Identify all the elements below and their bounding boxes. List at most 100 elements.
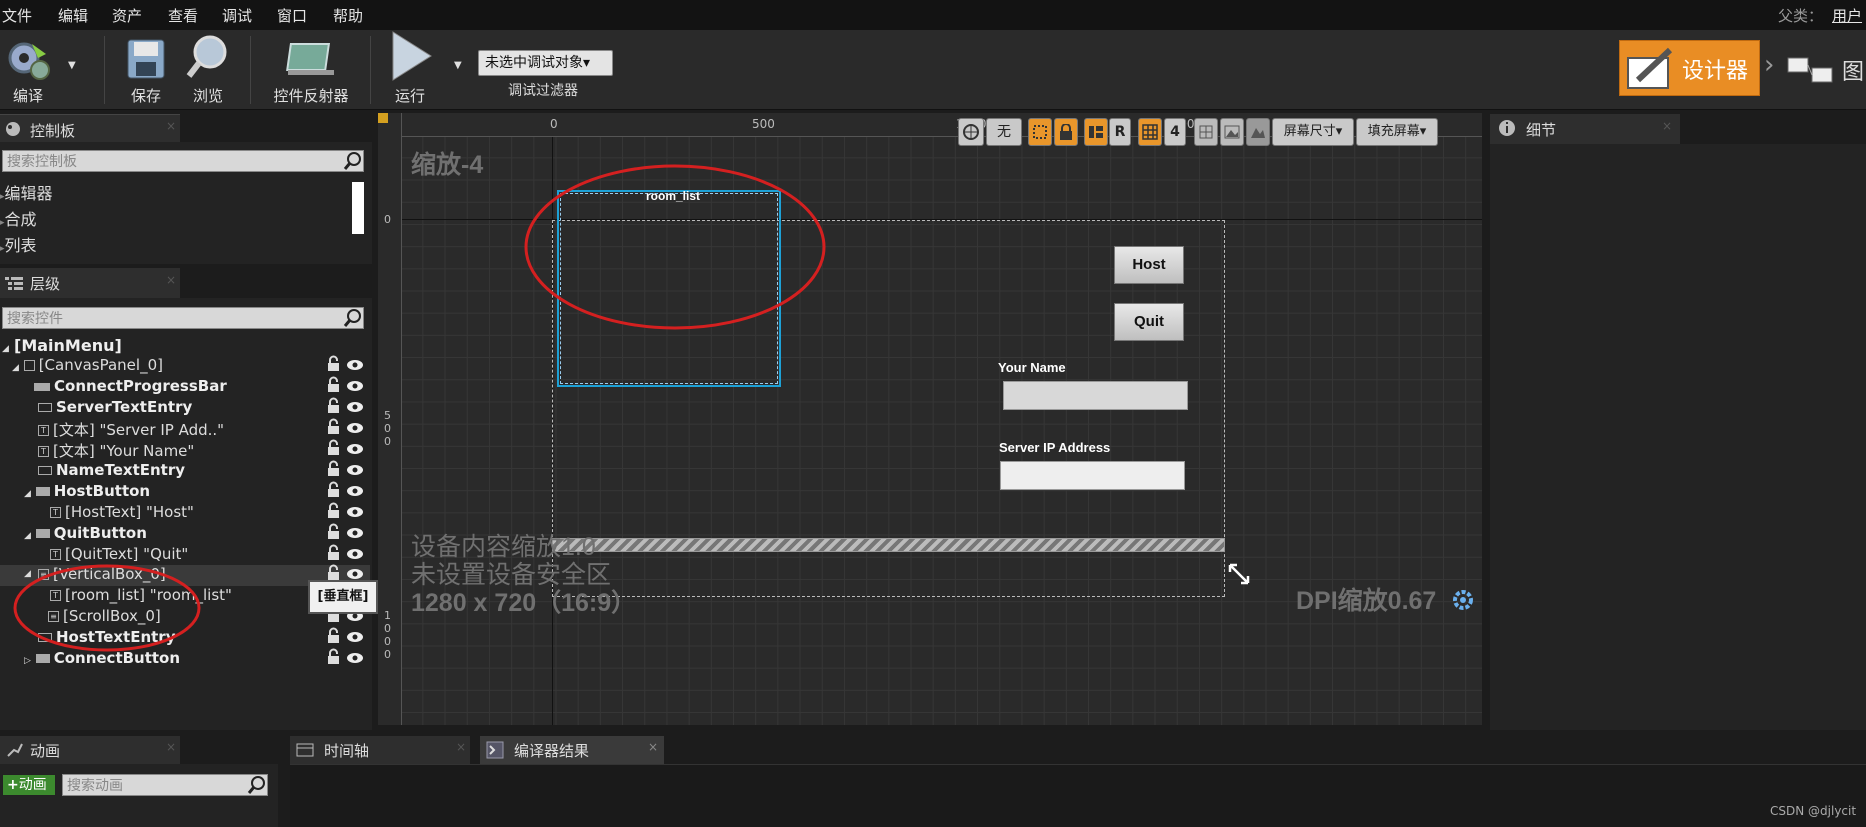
menu-assets[interactable]: 资产 [112, 5, 142, 26]
resize-handles-toggle[interactable] [1194, 118, 1218, 146]
menu-edit[interactable]: 编辑 [58, 5, 88, 26]
row-visibility-eye-icon[interactable] [347, 423, 363, 433]
row-visibility-eye-icon[interactable] [347, 486, 363, 496]
background-image-toggle[interactable] [1220, 118, 1244, 146]
quit-button[interactable]: Quit [1114, 303, 1184, 341]
close-tab-icon[interactable]: × [166, 119, 176, 133]
row-visibility-eye-icon[interactable] [347, 444, 363, 454]
tree-row-mainmenu[interactable]: ◢ [MainMenu] [2, 336, 122, 356]
animations-tab[interactable]: 动画 × [0, 736, 180, 764]
row-lock-icon[interactable] [328, 502, 339, 519]
palette-search-input[interactable]: 搜索控制板 [2, 150, 364, 172]
palette-category-editor[interactable]: ▸编辑器 [0, 180, 53, 204]
close-tab-icon[interactable]: × [166, 273, 176, 287]
graph-nodes-icon [1787, 57, 1833, 83]
compile-button[interactable]: 编译 [0, 30, 56, 110]
row-lock-icon[interactable] [328, 564, 339, 581]
row-lock-icon[interactable] [328, 376, 339, 393]
row-visibility-eye-icon[interactable] [347, 549, 363, 559]
location-snap-dropdown[interactable]: 无 [986, 118, 1022, 146]
row-lock-icon[interactable] [328, 355, 339, 372]
close-tab-icon[interactable]: × [1662, 119, 1672, 133]
tree-row-canvaspanel[interactable]: ◢ [CanvasPanel_0] [12, 356, 163, 376]
palette-tab[interactable]: 控制板 × [0, 114, 180, 142]
menu-help[interactable]: 帮助 [333, 5, 363, 26]
add-animation-button[interactable]: +动画 [2, 774, 56, 796]
safe-zone-toggle[interactable] [1246, 118, 1270, 146]
tree-row-text-serverip[interactable]: T [文本] "Server IP Add.." [38, 419, 224, 439]
palette-category-composite[interactable]: ▸合成 [0, 206, 37, 230]
close-tab-icon[interactable]: × [456, 740, 466, 754]
compile-options-dropdown[interactable]: ▼ [64, 30, 84, 110]
row-visibility-eye-icon[interactable] [347, 465, 363, 475]
palette-category-list[interactable]: ▸列表 [0, 232, 37, 256]
tree-row-servertextentry[interactable]: ServerTextEntry [38, 398, 192, 418]
tree-row-nametextentry[interactable]: NameTextEntry [38, 461, 185, 481]
tree-row-connectprogressbar[interactable]: ConnectProgressBar [34, 377, 227, 397]
menu-file[interactable]: 文件 [2, 5, 32, 26]
save-button[interactable]: 保存 [118, 30, 174, 110]
name-text-entry[interactable] [1003, 381, 1188, 410]
hierarchy-search-input[interactable]: 搜索控件 [2, 307, 364, 329]
row-lock-icon[interactable] [328, 481, 339, 498]
rtl-preview-toggle[interactable]: R [1109, 118, 1131, 146]
widget-reflector-button[interactable]: 控件反射器 [266, 30, 356, 110]
row-lock-icon[interactable] [328, 627, 339, 644]
details-tab[interactable]: 细节 × [1490, 114, 1680, 144]
row-lock-icon[interactable] [328, 418, 339, 435]
grid-size-dropdown[interactable]: 4 [1164, 118, 1186, 146]
animation-search-input[interactable]: 搜索动画 [62, 774, 268, 796]
hierarchy-tab[interactable]: 层级 × [0, 268, 180, 298]
row-visibility-eye-icon[interactable] [347, 360, 363, 370]
menu-debug[interactable]: 调试 [222, 5, 252, 26]
timeline-tab[interactable]: 时间轴 × [290, 736, 470, 764]
run-button[interactable]: 运行 [378, 30, 442, 110]
debug-object-select[interactable]: 未选中调试对象▾ [478, 50, 613, 76]
resize-handle-icon[interactable] [1226, 561, 1252, 587]
row-visibility-eye-icon[interactable] [347, 381, 363, 391]
row-visibility-eye-icon[interactable] [347, 632, 363, 642]
designer-pencil-icon [1627, 47, 1673, 89]
row-visibility-eye-icon[interactable] [347, 528, 363, 538]
server-text-entry[interactable] [1000, 461, 1185, 490]
graph-mode-button[interactable]: 图 [1786, 44, 1866, 94]
row-lock-icon[interactable] [328, 523, 339, 540]
row-visibility-eye-icon[interactable] [347, 507, 363, 517]
menu-window[interactable]: 窗口 [277, 5, 307, 26]
parent-class-value[interactable]: 用户 [1832, 5, 1862, 26]
designer-mode-button[interactable]: 设计器 [1619, 40, 1760, 96]
run-options-dropdown[interactable]: ▼ [450, 30, 470, 110]
button-widget-icon [35, 654, 50, 663]
row-visibility-eye-icon[interactable] [347, 402, 363, 412]
tree-row-text-yourname[interactable]: T [文本] "Your Name" [38, 440, 194, 460]
plus-icon: + [7, 777, 19, 793]
menu-view[interactable]: 查看 [168, 5, 198, 26]
dpi-settings-gear-icon[interactable] [1450, 587, 1476, 613]
row-visibility-eye-icon[interactable] [347, 653, 363, 663]
close-tab-icon[interactable]: × [648, 740, 658, 754]
tree-row-hostbutton[interactable]: ◢ HostButton [24, 482, 150, 502]
row-lock-icon[interactable] [328, 439, 339, 456]
screen-size-dropdown[interactable]: 屏幕尺寸▾ [1272, 118, 1354, 146]
row-lock-icon[interactable] [328, 397, 339, 414]
row-lock-icon[interactable] [328, 648, 339, 665]
palette-panel: 搜索控制板 ▸编辑器 ▸合成 ▸列表 [0, 142, 372, 264]
close-tab-icon[interactable]: × [166, 740, 176, 754]
world-space-toggle[interactable] [958, 118, 984, 146]
row-lock-icon[interactable] [328, 544, 339, 561]
host-button[interactable]: Host [1114, 246, 1184, 284]
compiler-results-tab[interactable]: 编译器结果 × [480, 736, 664, 764]
tree-row-quitbutton[interactable]: ◢ QuitButton [24, 524, 147, 544]
fill-screen-dropdown[interactable]: 填充屏幕▾ [1356, 118, 1438, 146]
grid-snap-toggle[interactable] [1138, 118, 1162, 146]
selection-outline-toggle[interactable] [1028, 118, 1052, 146]
lock-toggle[interactable] [1054, 118, 1078, 146]
row-visibility-eye-icon[interactable] [347, 569, 363, 579]
visibility-lock-columns[interactable] [318, 336, 366, 672]
palette-scrollbar[interactable] [352, 182, 364, 234]
designer-canvas[interactable]: 0 500 1000 1500 2000 0 5 0 0 1 0 0 0 缩放-… [378, 113, 1482, 725]
row-lock-icon[interactable] [328, 460, 339, 477]
tree-row-hosttext[interactable]: T [HostText] "Host" [50, 503, 194, 523]
browse-button[interactable]: 浏览 [180, 30, 236, 110]
respect-locks-toggle[interactable] [1084, 118, 1108, 146]
